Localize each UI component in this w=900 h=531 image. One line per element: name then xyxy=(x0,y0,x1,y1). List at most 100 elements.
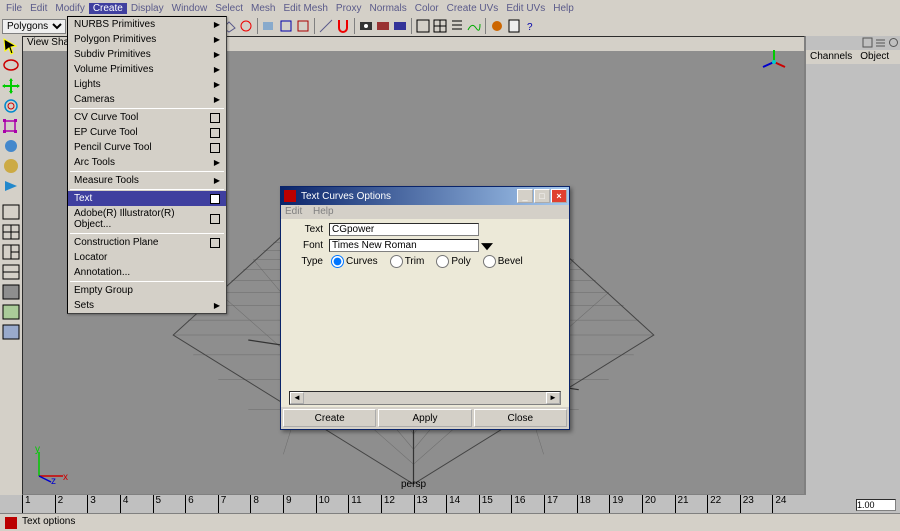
type-radio-curves[interactable]: Curves xyxy=(331,255,378,268)
timeline-frame[interactable]: 20 xyxy=(642,495,675,513)
timeline-frame[interactable]: 15 xyxy=(479,495,512,513)
menu-select[interactable]: Select xyxy=(211,3,247,14)
menu-proxy[interactable]: Proxy xyxy=(332,3,366,14)
menu-item-measure-tools[interactable]: Measure Tools▶ xyxy=(68,173,226,188)
timeline-frame[interactable]: 17 xyxy=(544,495,577,513)
menu-item-construction-plane[interactable]: Construction Plane xyxy=(68,235,226,250)
timeline-frame[interactable]: 13 xyxy=(414,495,447,513)
timeline-frame[interactable]: 2 xyxy=(55,495,88,513)
render-icon[interactable] xyxy=(358,18,374,34)
current-frame-input[interactable] xyxy=(856,499,896,511)
help-icon[interactable]: ? xyxy=(523,18,539,34)
timeline-frame[interactable]: 6 xyxy=(185,495,218,513)
view-compass-icon[interactable] xyxy=(759,47,789,77)
timeline-frame[interactable]: 1 xyxy=(22,495,55,513)
text-input[interactable] xyxy=(329,223,479,236)
snap-live-icon[interactable] xyxy=(238,18,254,34)
attr-icon[interactable] xyxy=(888,37,899,48)
menu-item-empty-group[interactable]: Empty Group xyxy=(68,283,226,298)
view4-icon[interactable] xyxy=(1,263,21,281)
view5-icon[interactable] xyxy=(1,283,21,301)
close-x-button[interactable]: × xyxy=(551,189,567,203)
menu-window[interactable]: Window xyxy=(168,3,212,14)
history-icon[interactable] xyxy=(261,18,277,34)
menu-item-polygon-primitives[interactable]: Polygon Primitives▶ xyxy=(68,32,226,47)
apply-button[interactable]: Apply xyxy=(378,409,471,427)
timeline-frame[interactable]: 8 xyxy=(250,495,283,513)
menu-item-subdiv-primitives[interactable]: Subdiv Primitives▶ xyxy=(68,47,226,62)
option-box-icon[interactable] xyxy=(210,214,220,224)
object-tab[interactable]: Object xyxy=(860,51,889,63)
timeline-frame[interactable]: 11 xyxy=(348,495,381,513)
type-radio-poly[interactable]: Poly xyxy=(436,255,470,268)
timeline-frame[interactable]: 7 xyxy=(218,495,251,513)
timeline-frame[interactable]: 23 xyxy=(740,495,773,513)
timeline-frame[interactable]: 22 xyxy=(707,495,740,513)
menu-item-pencil-curve-tool[interactable]: Pencil Curve Tool xyxy=(68,140,226,155)
menu-help[interactable]: Help xyxy=(549,3,578,14)
timeline-frame[interactable]: 19 xyxy=(609,495,642,513)
menu-item-ep-curve-tool[interactable]: EP Curve Tool xyxy=(68,125,226,140)
four-view-icon[interactable] xyxy=(1,223,21,241)
menu-item-annotation-[interactable]: Annotation... xyxy=(68,265,226,280)
timeline-frame[interactable]: 24 xyxy=(772,495,805,513)
menu-item-arc-tools[interactable]: Arc Tools▶ xyxy=(68,155,226,170)
timeline-frame[interactable]: 10 xyxy=(316,495,349,513)
menu-mesh[interactable]: Mesh xyxy=(247,3,279,14)
timeline-frame[interactable]: 16 xyxy=(511,495,544,513)
menu-modify[interactable]: Modify xyxy=(51,3,88,14)
menu-display[interactable]: Display xyxy=(127,3,168,14)
timeline-frame[interactable]: 21 xyxy=(675,495,708,513)
menu-edit-uvs[interactable]: Edit UVs xyxy=(502,3,549,14)
dialog-help-menu[interactable]: Help xyxy=(313,206,334,217)
single-view-icon[interactable] xyxy=(1,203,21,221)
font-input[interactable] xyxy=(329,239,479,252)
layout4-icon[interactable] xyxy=(432,18,448,34)
menu-item-volume-primitives[interactable]: Volume Primitives▶ xyxy=(68,62,226,77)
output-icon[interactable] xyxy=(295,18,311,34)
type-radio-bevel[interactable]: Bevel xyxy=(483,255,523,268)
timeline-frame[interactable]: 14 xyxy=(446,495,479,513)
scale-tool-icon[interactable] xyxy=(1,117,21,135)
timeline-frame[interactable]: 3 xyxy=(87,495,120,513)
dialog-hscrollbar[interactable]: ◄ ► xyxy=(289,391,561,405)
layer-icon[interactable] xyxy=(875,37,886,48)
menu-color[interactable]: Color xyxy=(411,3,443,14)
font-dropdown-icon[interactable] xyxy=(481,240,493,252)
magnet-icon[interactable] xyxy=(335,18,351,34)
lasso-tool-icon[interactable] xyxy=(1,57,21,75)
timeline-frame[interactable]: 4 xyxy=(120,495,153,513)
move-tool-icon[interactable] xyxy=(1,77,21,95)
menu-normals[interactable]: Normals xyxy=(365,3,410,14)
script-icon[interactable] xyxy=(506,18,522,34)
channels-tab[interactable]: Channels xyxy=(810,51,852,63)
dialog-edit-menu[interactable]: Edit xyxy=(285,206,302,217)
menu-item-cameras[interactable]: Cameras▶ xyxy=(68,92,226,107)
option-box-icon[interactable] xyxy=(210,194,220,204)
outliner-icon[interactable] xyxy=(449,18,465,34)
layout1-icon[interactable] xyxy=(415,18,431,34)
menu-edit[interactable]: Edit xyxy=(26,3,51,14)
soft-tool-icon[interactable] xyxy=(1,157,21,175)
input-icon[interactable] xyxy=(278,18,294,34)
last-tool-icon[interactable] xyxy=(1,177,21,195)
maximize-button[interactable]: □ xyxy=(534,189,550,203)
select-tool-icon[interactable] xyxy=(1,37,21,55)
menu-create-uvs[interactable]: Create UVs xyxy=(443,3,503,14)
view6-icon[interactable] xyxy=(1,303,21,321)
minimize-button[interactable]: _ xyxy=(517,189,533,203)
dialog-titlebar[interactable]: Text Curves Options _ □ × xyxy=(281,187,569,205)
timeline-frame[interactable]: 5 xyxy=(153,495,186,513)
ipr-icon[interactable] xyxy=(375,18,391,34)
menu-item-sets[interactable]: Sets▶ xyxy=(68,298,226,313)
timeline-frame[interactable]: 9 xyxy=(283,495,316,513)
time-slider[interactable]: 123456789101112131415161718192021222324 xyxy=(22,495,805,513)
script-output-icon[interactable] xyxy=(4,516,18,530)
menu-item-cv-curve-tool[interactable]: CV Curve Tool xyxy=(68,110,226,125)
channel-icon[interactable] xyxy=(862,37,873,48)
module-dropdown[interactable]: Polygons xyxy=(2,19,66,34)
construction-icon[interactable] xyxy=(318,18,334,34)
type-radio-trim[interactable]: Trim xyxy=(390,255,425,268)
close-button[interactable]: Close xyxy=(474,409,567,427)
scroll-right-icon[interactable]: ► xyxy=(546,392,560,404)
